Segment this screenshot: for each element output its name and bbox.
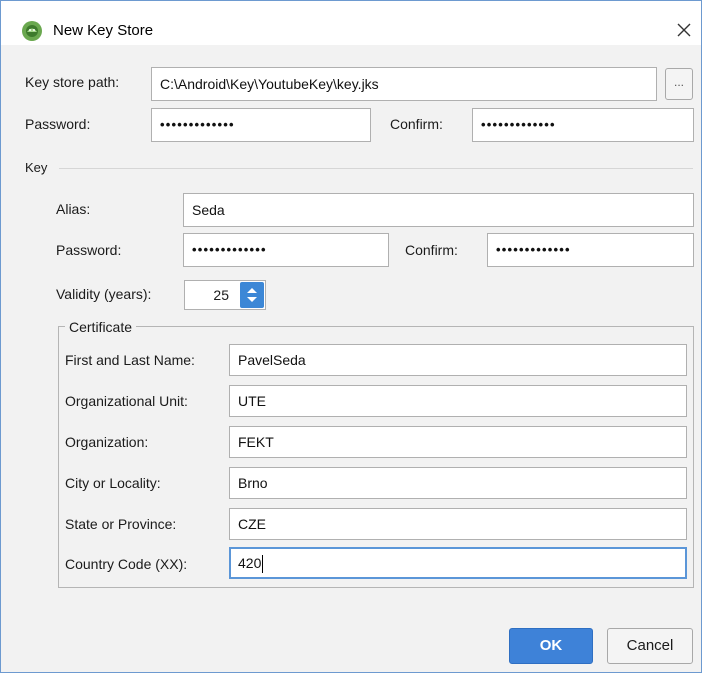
first-last-name-input[interactable]: PavelSeda [229,344,687,376]
keystore-confirm-label: Confirm: [390,116,443,132]
key-confirm-label: Confirm: [405,242,458,258]
organizational-unit-input[interactable]: UTE [229,385,687,417]
validity-value: 25 [213,287,229,303]
key-section-label: Key [25,160,48,175]
keystore-password-input[interactable]: ••••••••••••• [151,108,371,142]
first-last-name-label: First and Last Name: [65,352,195,368]
new-key-store-dialog: New Key Store Key store path: C:\Android… [0,0,702,673]
key-password-input[interactable]: ••••••••••••• [183,233,389,267]
organization-label: Organization: [65,434,149,450]
validity-label: Validity (years): [56,286,152,302]
validity-spinner[interactable]: 25 [184,280,266,310]
text-caret [262,555,264,574]
city-locality-label: City or Locality: [65,475,161,491]
key-store-path-input[interactable]: C:\Android\Key\YoutubeKey\key.jks [151,67,657,101]
organization-input[interactable]: FEKT [229,426,687,458]
country-code-value: 420 [238,555,262,571]
key-password-label: Password: [56,242,122,258]
cancel-button[interactable]: Cancel [607,628,693,664]
state-province-label: State or Province: [65,516,177,532]
close-icon[interactable] [671,17,697,43]
alias-label: Alias: [56,201,91,217]
organizational-unit-label: Organizational Unit: [65,393,188,409]
alias-input[interactable]: Seda [183,193,694,227]
country-code-label: Country Code (XX): [65,556,188,572]
dialog-title: New Key Store [53,22,154,39]
key-confirm-input[interactable]: ••••••••••••• [487,233,694,267]
key-store-path-label: Key store path: [25,74,120,90]
android-studio-icon [21,20,43,42]
keystore-confirm-input[interactable]: ••••••••••••• [472,108,694,142]
city-locality-input[interactable]: Brno [229,467,687,499]
spinner-arrows-icon[interactable] [240,282,264,308]
country-code-input[interactable]: 420 [229,547,687,579]
keystore-password-label: Password: [25,116,91,132]
title-bar: New Key Store [1,1,701,45]
state-province-input[interactable]: CZE [229,508,687,540]
certificate-section-label: Certificate [65,319,137,335]
ok-button[interactable]: OK [509,628,593,664]
browse-button[interactable]: ... [665,68,693,100]
key-section-divider [59,168,693,169]
